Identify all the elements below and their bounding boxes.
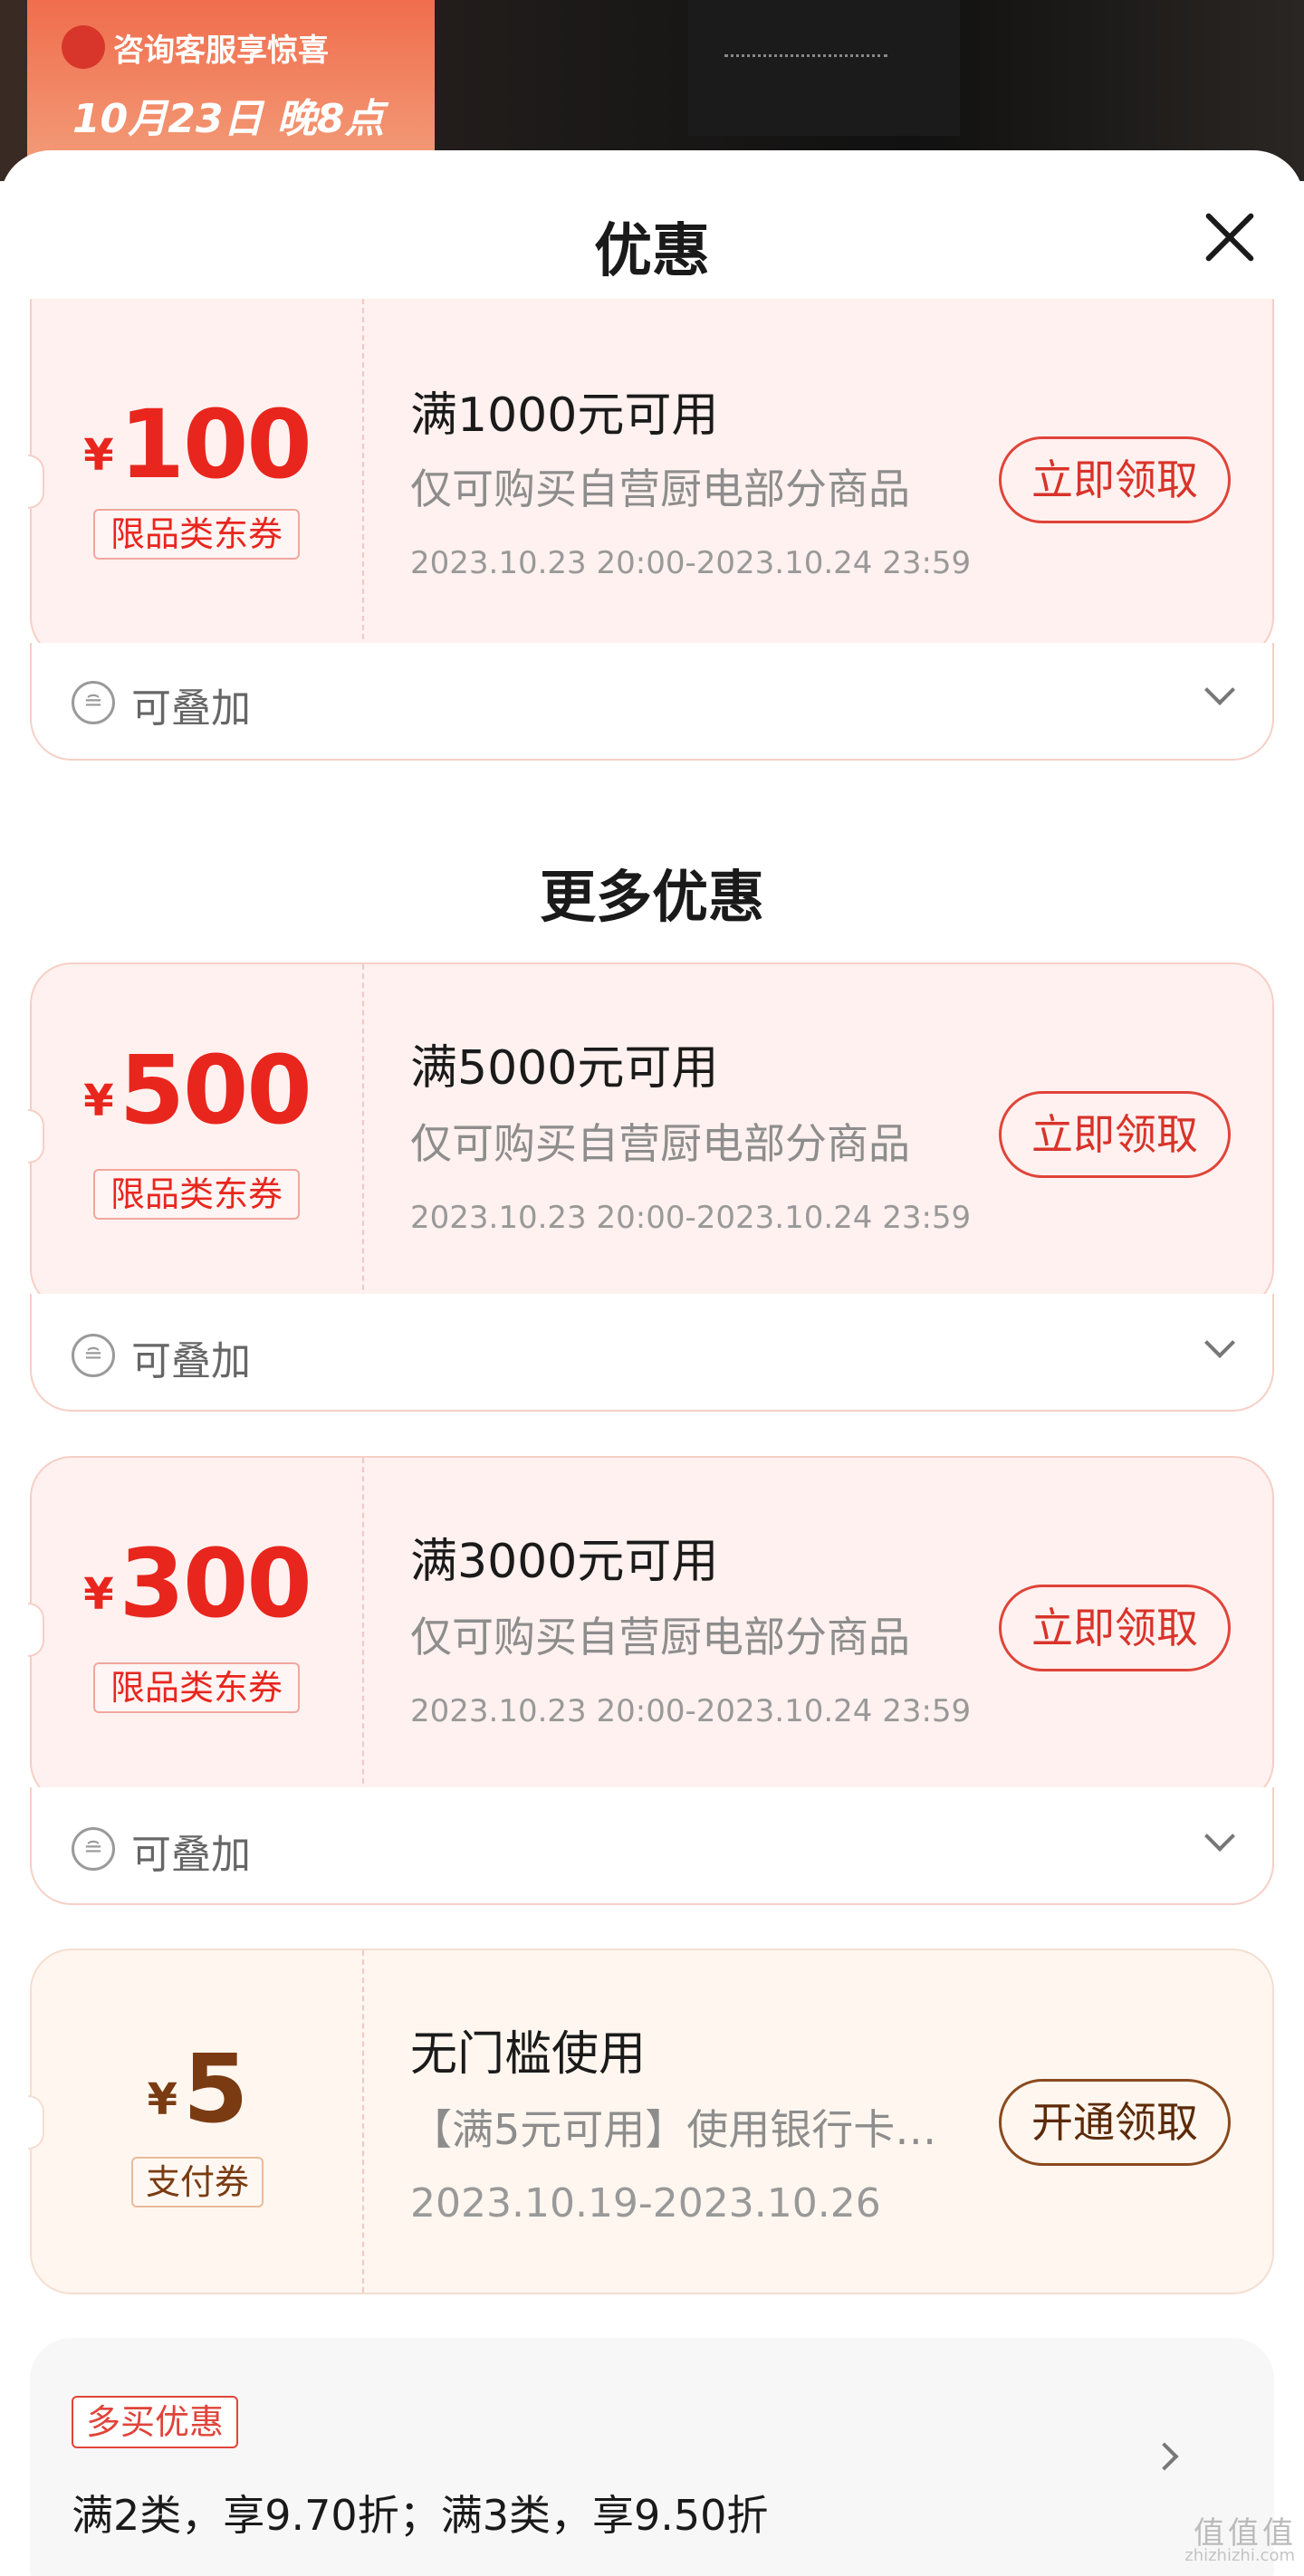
product-image xyxy=(688,0,960,136)
chevron-right-icon[interactable] xyxy=(1150,2442,1179,2471)
section-title-more: 更多优惠 xyxy=(539,864,764,930)
coupon-type-tag: 限品类东券 xyxy=(93,1169,300,1220)
coupon-card: ¥5 支付券 无门槛使用 【满5元可用】使用银行卡… 2023.10.19-20… xyxy=(28,1949,1274,2294)
sheet-title: 优惠 xyxy=(594,218,710,285)
coupon-body: ¥300 限品类东券 满3000元可用 仅可购买自营厨电部分商品 2023.10… xyxy=(30,1456,1274,1804)
amount-value: 300 xyxy=(119,1528,312,1639)
amount-value: 5 xyxy=(183,2034,248,2144)
coupon-validity: 2023.10.23 20:00-2023.10.24 23:59 xyxy=(410,545,972,581)
coupon-description: 仅可购买自营厨电部分商品 xyxy=(410,1613,910,1661)
amount-value: 100 xyxy=(119,389,312,500)
coupon-condition: 满1000元可用 xyxy=(410,388,719,443)
claim-button[interactable]: 立即领取 xyxy=(999,436,1231,523)
coupon-validity: 2023.10.23 20:00-2023.10.24 23:59 xyxy=(410,1200,972,1236)
currency-symbol: ¥ xyxy=(83,430,114,481)
coupon-type-tag: 限品类东券 xyxy=(93,509,300,560)
promo-badge-icon xyxy=(62,25,105,69)
stack-label: 可叠加 xyxy=(131,1338,251,1384)
watermark-sub: zhizhizhi.com xyxy=(1184,2546,1295,2565)
chevron-down-icon[interactable] xyxy=(1204,1327,1235,1358)
coupon-description: 仅可购买自营厨电部分商品 xyxy=(410,1119,910,1168)
stack-label: 可叠加 xyxy=(131,685,251,732)
promo-line-2: 10月23日 晚8点 xyxy=(72,96,385,142)
coupon-card: ¥500 限品类东券 满5000元可用 仅可购买自营厨电部分商品 2023.10… xyxy=(28,962,1274,1412)
coupon-body: ¥100 限品类东券 满1000元可用 仅可购买自营厨电部分商品 2023.10… xyxy=(30,299,1274,659)
coupon-divider xyxy=(362,1950,364,2293)
coupon-divider xyxy=(362,299,364,657)
coupon-description: 仅可购买自营厨电部分商品 xyxy=(410,464,910,513)
currency-symbol: ¥ xyxy=(83,1569,114,1620)
coupon-divider xyxy=(362,1458,364,1802)
stack-row[interactable]: ≘ 可叠加 xyxy=(30,643,1274,761)
coupon-type-tag: 限品类东券 xyxy=(93,1662,300,1713)
coupon-condition: 满5000元可用 xyxy=(410,1041,719,1096)
currency-symbol: ¥ xyxy=(147,2074,178,2125)
coupon-card: ¥300 限品类东券 满3000元可用 仅可购买自营厨电部分商品 2023.10… xyxy=(28,1456,1274,1905)
coupon-amount: ¥500 xyxy=(32,1035,362,1145)
coupon-type-tag: 支付券 xyxy=(131,2157,264,2207)
coupon-validity: 2023.10.23 20:00-2023.10.24 23:59 xyxy=(410,1693,972,1729)
coupon-amount: ¥100 xyxy=(32,389,362,500)
claim-button[interactable]: 立即领取 xyxy=(999,1091,1231,1178)
currency-symbol: ¥ xyxy=(83,1076,114,1126)
coupon-amount: ¥300 xyxy=(32,1528,362,1639)
product-image-detail xyxy=(724,54,887,58)
stack-icon: ≘ xyxy=(72,681,115,724)
coupon-card: ¥100 限品类东券 满1000元可用 仅可购买自营厨电部分商品 2023.10… xyxy=(28,299,1274,761)
stack-row[interactable]: ≘ 可叠加 xyxy=(30,1787,1274,1905)
multi-buy-text: 满2类，享9.70折；满3类，享9.50折 xyxy=(72,2491,769,2540)
coupon-notch xyxy=(28,455,44,509)
coupon-body: ¥500 限品类东券 满5000元可用 仅可购买自营厨电部分商品 2023.10… xyxy=(30,962,1274,1310)
coupon-notch xyxy=(28,1603,44,1657)
coupon-notch xyxy=(28,2095,44,2150)
coupon-notch xyxy=(28,1109,44,1164)
amount-value: 500 xyxy=(119,1035,312,1145)
stack-icon: ≘ xyxy=(72,1827,115,1871)
coupon-divider xyxy=(362,964,364,1308)
claim-button[interactable]: 立即领取 xyxy=(999,1585,1231,1671)
activate-claim-button[interactable]: 开通领取 xyxy=(999,2079,1231,2166)
stack-row[interactable]: ≘ 可叠加 xyxy=(30,1294,1274,1412)
coupon-condition: 满3000元可用 xyxy=(410,1535,719,1589)
coupon-body: ¥5 支付券 无门槛使用 【满5元可用】使用银行卡… 2023.10.19-20… xyxy=(30,1949,1274,2294)
close-icon[interactable] xyxy=(1195,203,1264,272)
coupon-condition: 无门槛使用 xyxy=(410,2027,647,2082)
stack-icon: ≘ xyxy=(72,1334,115,1377)
multi-buy-panel[interactable]: 多买优惠 满2类，享9.70折；满3类，享9.50折 xyxy=(30,2338,1274,2576)
chevron-down-icon[interactable] xyxy=(1204,675,1235,705)
chevron-down-icon[interactable] xyxy=(1204,1821,1235,1852)
coupon-validity: 2023.10.19-2023.10.26 xyxy=(410,2180,881,2226)
coupon-amount: ¥5 xyxy=(32,2034,362,2144)
multi-buy-tag: 多买优惠 xyxy=(72,2396,239,2448)
stack-label: 可叠加 xyxy=(131,1832,251,1878)
promo-line-1: 咨询客服享惊喜 xyxy=(113,33,329,69)
coupon-description: 【满5元可用】使用银行卡… xyxy=(410,2105,937,2154)
